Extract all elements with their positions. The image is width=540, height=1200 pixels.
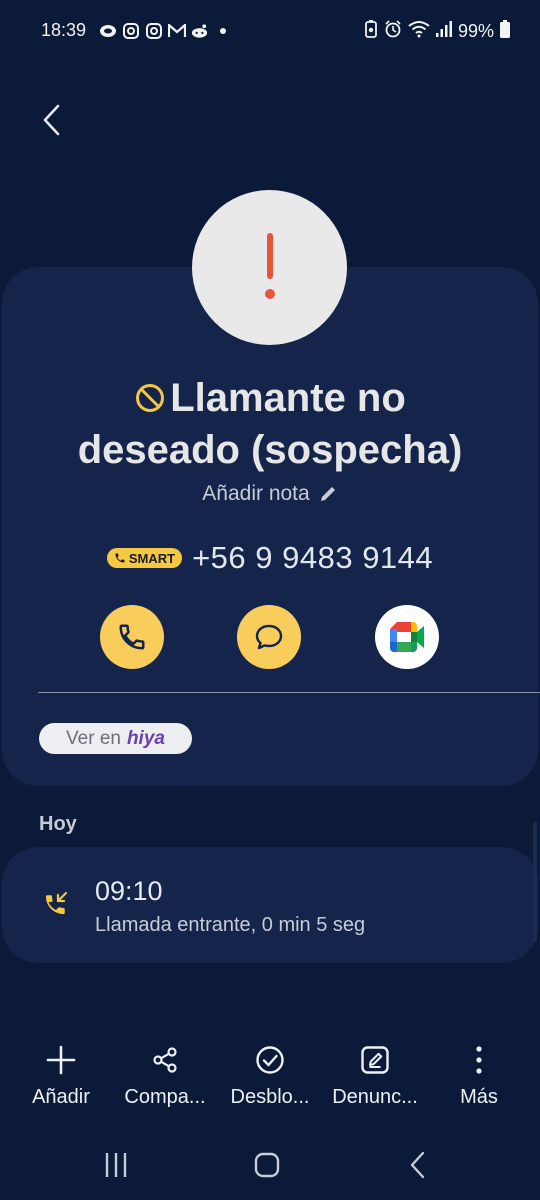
share-button[interactable]: Compa... (117, 1040, 213, 1109)
call-time: 09:10 (95, 876, 163, 906)
unblock-button[interactable]: Desblo... (222, 1040, 318, 1109)
back-button[interactable] (34, 100, 70, 140)
status-bar: 18:39 99% (0, 0, 540, 62)
bottom-toolbar: Añadir Compa... Desblo... Denunc... Más (0, 1040, 540, 1120)
notification-icons (98, 21, 232, 40)
more-label: Más (460, 1086, 498, 1108)
home-icon (254, 1152, 280, 1178)
add-button[interactable]: Añadir (20, 1040, 102, 1109)
home-button[interactable] (247, 1148, 287, 1182)
battery-saver-icon (364, 20, 378, 43)
plus-icon (41, 1040, 81, 1080)
add-note-label: Añadir nota (202, 482, 310, 505)
alarm-icon (384, 20, 402, 43)
call-log-entry[interactable] (2, 847, 538, 963)
phone-number: +56 9 9483 9144 (192, 540, 434, 575)
share-icon (145, 1040, 185, 1080)
recent-apps-icon (105, 1153, 127, 1177)
check-circle-icon (250, 1040, 290, 1080)
signal-icon (435, 21, 452, 42)
chevron-left-icon (410, 1151, 425, 1179)
caller-name: Llamante no deseado (sospecha) (40, 372, 500, 476)
message-icon (255, 624, 283, 650)
report-button[interactable]: Denunc... (327, 1040, 423, 1109)
instagram-icon (144, 21, 163, 40)
exclamation-icon (264, 232, 275, 299)
google-meet-icon (390, 622, 424, 652)
phone-row: SMART +56 9 9483 9144 (0, 540, 540, 576)
dot-icon (213, 21, 232, 40)
call-description: Llamada entrante, 0 min 5 seg (95, 914, 366, 936)
video-call-button[interactable] (375, 605, 439, 669)
blocked-icon (136, 384, 165, 412)
unblock-label: Desblo... (230, 1086, 310, 1108)
hiya-prefix: Ver en (66, 727, 121, 749)
hiya-logo: hiya (126, 727, 165, 749)
instagram-icon (121, 21, 140, 40)
caller-name-line2: deseado (sospecha) (77, 428, 463, 472)
scrollbar[interactable] (533, 822, 537, 942)
view-in-hiya-button[interactable]: Ver en hiya (39, 723, 192, 754)
more-vertical-icon (459, 1040, 499, 1080)
edit-report-icon (355, 1040, 395, 1080)
screen: 18:39 99% Llamante no deseado (sospecha)… (0, 0, 540, 1200)
chevron-left-icon (43, 104, 60, 136)
share-label: Compa... (124, 1086, 206, 1108)
history-section-label: Hoy (39, 813, 77, 835)
message-button[interactable] (237, 605, 301, 669)
call-button[interactable] (100, 605, 164, 669)
battery-icon (500, 20, 510, 43)
chat-bubble-icon (98, 21, 117, 40)
recent-apps-button[interactable] (96, 1148, 136, 1182)
report-label: Denunc... (332, 1086, 418, 1108)
add-label: Añadir (32, 1086, 90, 1108)
system-status-icons: 99% (364, 20, 510, 43)
avatar (192, 190, 347, 345)
smart-badge-label: SMART (128, 550, 176, 566)
nav-back-button[interactable] (398, 1148, 438, 1182)
navigation-bar (0, 1130, 540, 1200)
pencil-icon (320, 487, 335, 501)
incoming-call-icon (42, 890, 70, 918)
phone-icon (119, 624, 145, 650)
reddit-icon (190, 21, 209, 40)
status-time: 18:39 (41, 20, 87, 40)
add-note-button[interactable]: Añadir nota (0, 482, 540, 506)
more-button[interactable]: Más (440, 1040, 518, 1109)
wifi-icon (408, 20, 430, 43)
battery-percentage: 99% (457, 21, 494, 41)
divider (38, 692, 540, 693)
phone-icon (115, 553, 125, 563)
gmail-icon (167, 21, 186, 40)
smart-badge: SMART (106, 548, 183, 568)
caller-name-line1: Llamante no (170, 376, 406, 420)
